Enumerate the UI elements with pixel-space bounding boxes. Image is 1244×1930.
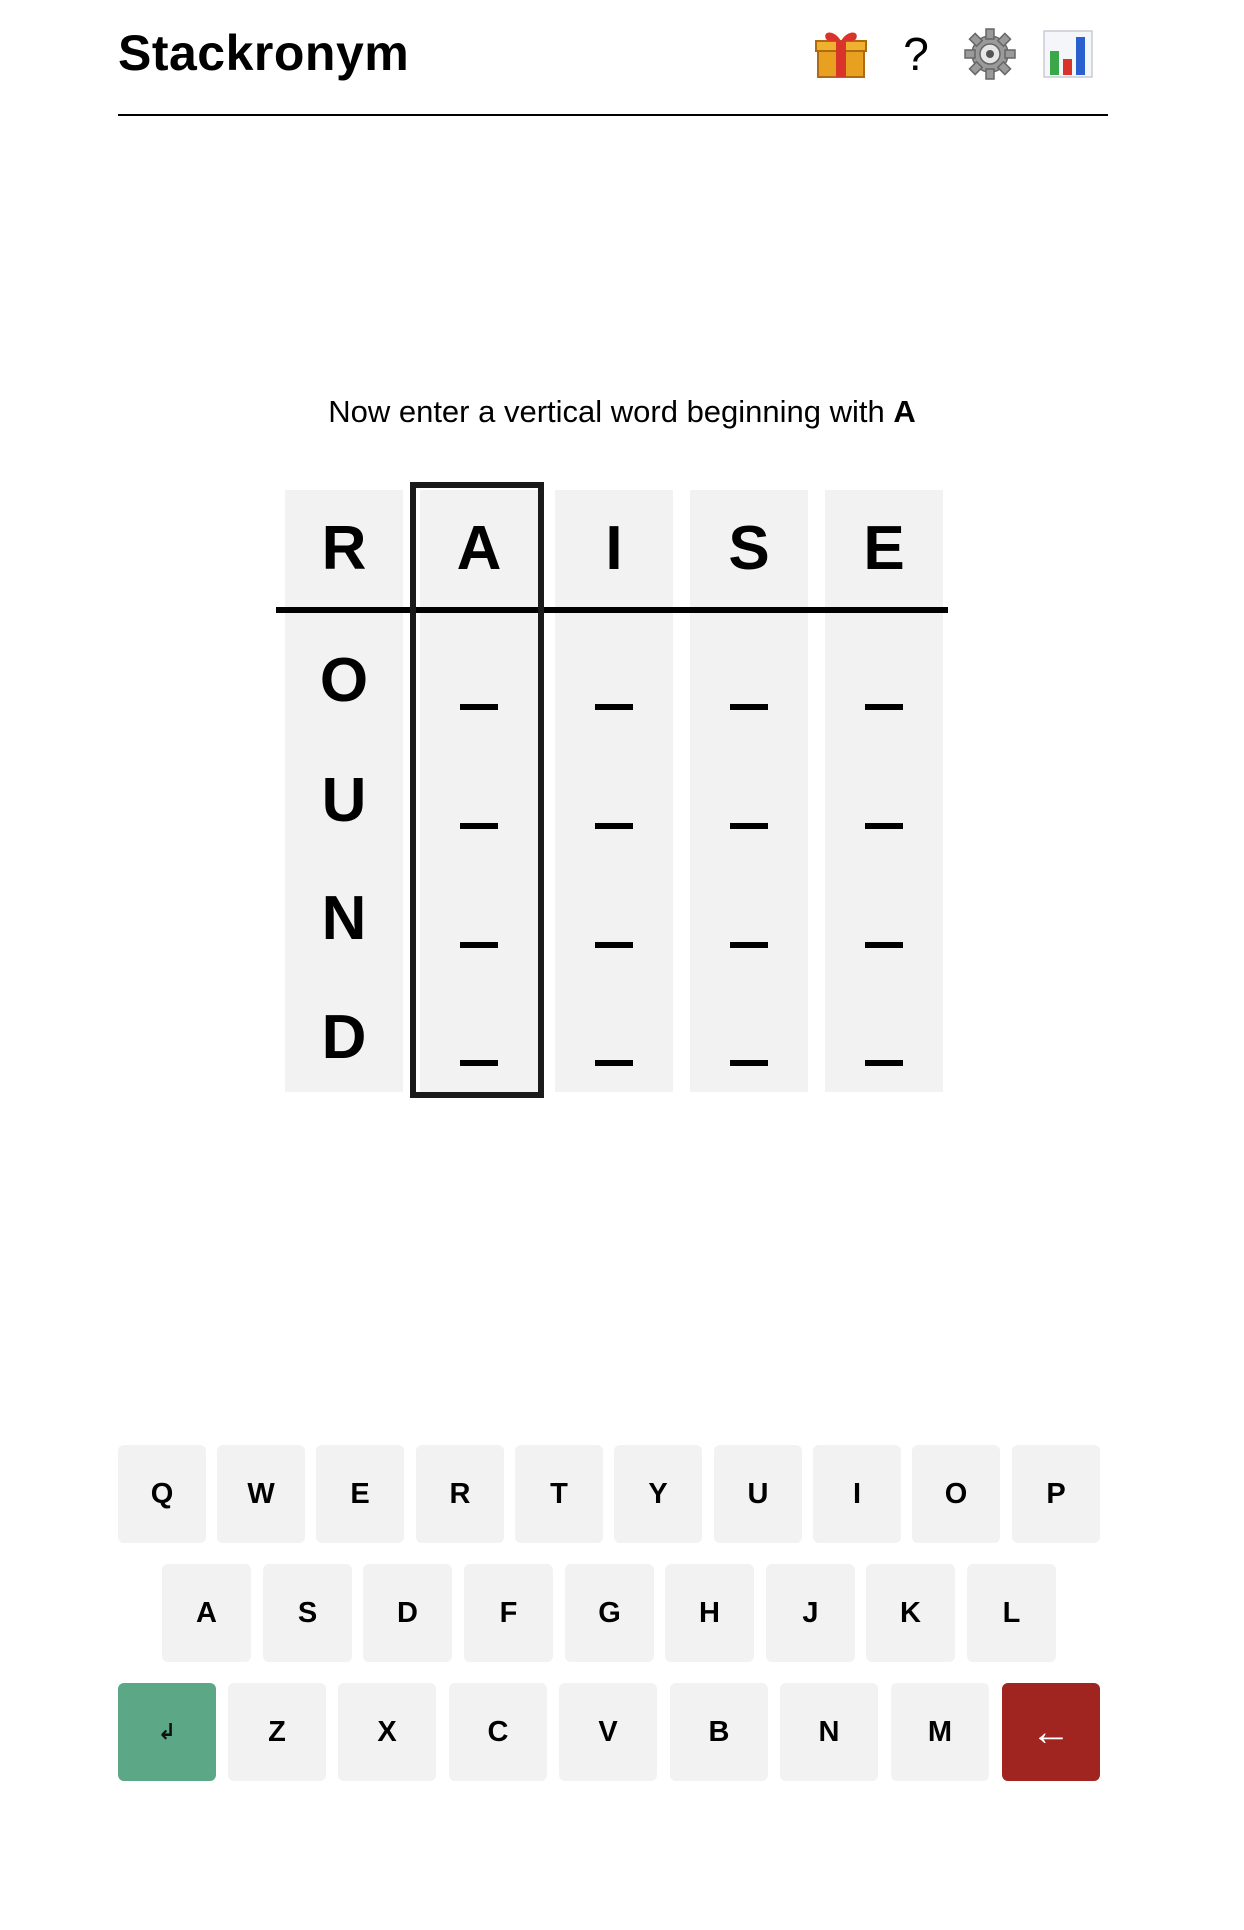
cell-letter: N (321, 884, 367, 953)
key-u[interactable]: U (714, 1445, 802, 1543)
key-m[interactable]: M (891, 1683, 989, 1781)
key-e[interactable]: E (316, 1445, 404, 1543)
grid-column-1: R O U N D (285, 490, 403, 1092)
empty-slot (865, 942, 903, 948)
key-q[interactable]: Q (118, 1445, 206, 1543)
grid-column-5[interactable]: E (825, 490, 943, 1092)
key-y[interactable]: Y (614, 1445, 702, 1543)
key-d[interactable]: D (363, 1564, 452, 1662)
empty-slot (595, 823, 633, 829)
key-p[interactable]: P (1012, 1445, 1100, 1543)
empty-slot (730, 704, 768, 710)
enter-key[interactable]: ↲ (118, 1683, 216, 1781)
app-header: Stackronym ? (118, 0, 1108, 116)
key-w[interactable]: W (217, 1445, 305, 1543)
key-j[interactable]: J (766, 1564, 855, 1662)
settings-gear-icon[interactable] (962, 26, 1018, 82)
active-column-highlight (410, 482, 544, 1098)
key-o[interactable]: O (912, 1445, 1000, 1543)
key-v[interactable]: V (559, 1683, 657, 1781)
grid-column-4[interactable]: S (690, 490, 808, 1092)
key-f[interactable]: F (464, 1564, 553, 1662)
key-c[interactable]: C (449, 1683, 547, 1781)
empty-slot (595, 704, 633, 710)
empty-slot (730, 1060, 768, 1066)
key-k[interactable]: K (866, 1564, 955, 1662)
prompt-text: Now enter a vertical word beginning with (328, 394, 894, 429)
help-icon-glyph: ? (903, 28, 929, 80)
key-r[interactable]: R (416, 1445, 504, 1543)
header-letter: I (605, 514, 623, 583)
key-x[interactable]: X (338, 1683, 436, 1781)
header-letter: E (863, 514, 905, 583)
empty-slot (730, 942, 768, 948)
gift-icon[interactable] (813, 26, 869, 82)
key-t[interactable]: T (515, 1445, 603, 1543)
key-a[interactable]: A (162, 1564, 251, 1662)
empty-slot (865, 1060, 903, 1066)
stats-chart-icon[interactable] (1040, 26, 1096, 82)
prompt-letter: A (893, 394, 916, 429)
key-z[interactable]: Z (228, 1683, 326, 1781)
header-letter: S (728, 514, 770, 583)
cell-letter: U (321, 766, 367, 835)
header-letter: R (321, 514, 367, 583)
empty-slot (730, 823, 768, 829)
empty-slot (595, 942, 633, 948)
key-i[interactable]: I (813, 1445, 901, 1543)
empty-slot (595, 1060, 633, 1066)
empty-slot (865, 704, 903, 710)
instruction-prompt: Now enter a vertical word beginning with… (0, 394, 1244, 430)
key-n[interactable]: N (780, 1683, 878, 1781)
help-icon[interactable]: ? (888, 26, 944, 82)
cell-letter: D (321, 1003, 367, 1072)
key-b[interactable]: B (670, 1683, 768, 1781)
key-s[interactable]: S (263, 1564, 352, 1662)
empty-slot (865, 823, 903, 829)
app-title: Stackronym (118, 25, 410, 81)
grid-column-3[interactable]: I (555, 490, 673, 1092)
cell-letter: O (319, 646, 369, 715)
key-l[interactable]: L (967, 1564, 1056, 1662)
header-divider (276, 607, 948, 613)
backspace-key[interactable]: ← (1002, 1683, 1100, 1781)
key-h[interactable]: H (665, 1564, 754, 1662)
key-g[interactable]: G (565, 1564, 654, 1662)
